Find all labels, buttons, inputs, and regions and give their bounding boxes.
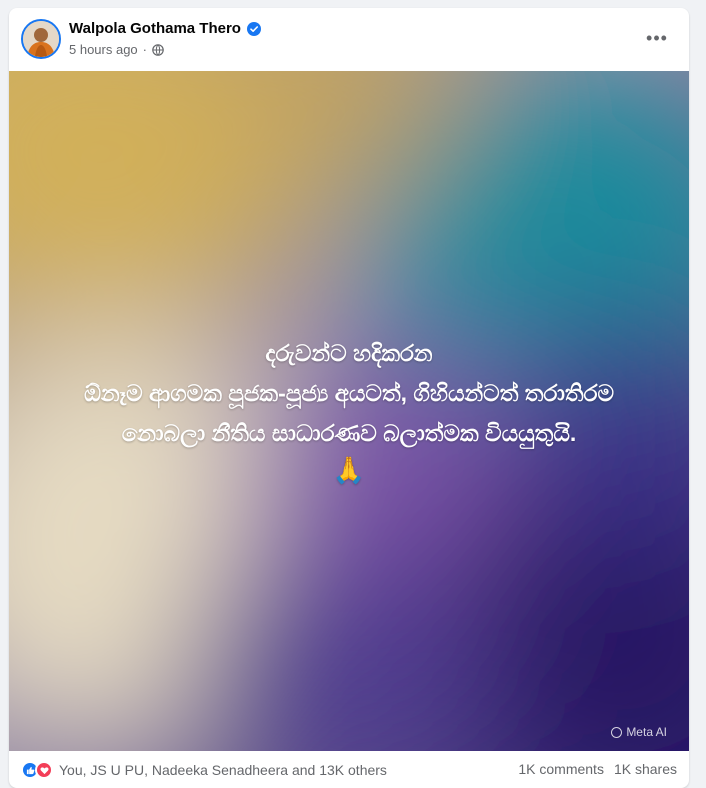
image-text-line-2: ඕනෑම ආගමක පූජක-පූජ්‍ය අයටත්, ගිහියන්ටත් … [83, 380, 615, 406]
post-meta: 5 hours ago · [69, 42, 164, 57]
post-image-text: දරුවන්ට හදිකරන ඕනෑම ආගමක පූජක-පූජ්‍ය අයට… [9, 333, 689, 487]
post-timestamp[interactable]: 5 hours ago [69, 42, 138, 57]
post-card: Walpola Gothama Thero 5 hours ago · ••• [9, 8, 689, 788]
post-header: Walpola Gothama Thero 5 hours ago · ••• [9, 8, 689, 71]
engagement-counts: 1K comments 1K shares [518, 761, 677, 777]
reaction-icons [21, 761, 53, 779]
shares-count[interactable]: 1K shares [614, 761, 677, 777]
folded-hands-emoji: 🙏 [332, 455, 366, 485]
post-image[interactable]: දරුවන්ට හදිකරන ඕනෑම ආගමක පූජක-පූජ්‍ය අයට… [9, 71, 689, 751]
love-icon [35, 761, 53, 779]
post-footer: You, JS U PU, Nadeeka Senadheera and 13K… [9, 751, 689, 788]
meta-separator: · [142, 42, 148, 57]
reactions-text[interactable]: You, JS U PU, Nadeeka Senadheera and 13K… [59, 762, 387, 778]
meta-ai-icon [611, 726, 623, 738]
reactions-summary[interactable]: You, JS U PU, Nadeeka Senadheera and 13K… [21, 761, 387, 779]
image-text-line-3: නොබලා නීතිය සාධාරණව බලාත්මක වියයුතුයි. [121, 420, 577, 446]
verified-badge-icon [246, 21, 261, 36]
globe-icon[interactable] [152, 43, 164, 56]
meta-ai-watermark: Meta AI [611, 725, 667, 739]
more-options-icon[interactable]: ••• [639, 26, 675, 50]
author-name-row: Walpola Gothama Thero [69, 20, 261, 37]
watermark-label: Meta AI [626, 725, 667, 739]
image-text-line-1: දරුවන්ට හදිකරන [265, 340, 433, 366]
author-avatar[interactable] [21, 19, 61, 59]
comments-count[interactable]: 1K comments [518, 761, 604, 777]
author-name[interactable]: Walpola Gothama Thero [69, 20, 241, 37]
